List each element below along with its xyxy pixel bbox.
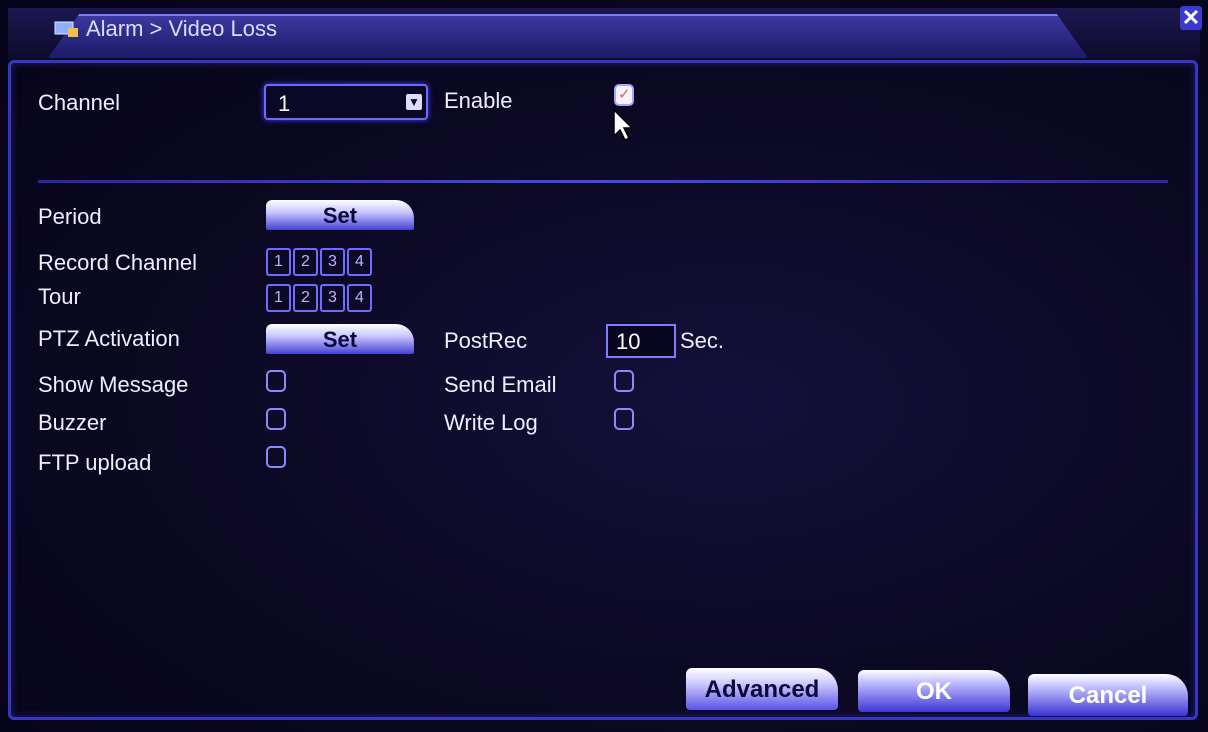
ftp-upload-checkbox[interactable] (266, 446, 286, 468)
record-channel-1[interactable]: 1 (266, 248, 291, 276)
ptz-activation-label: PTZ Activation (38, 326, 180, 351)
show-message-label: Show Message (38, 372, 189, 397)
tour-channel-1[interactable]: 1 (266, 284, 291, 312)
postrec-label: PostRec (444, 328, 528, 353)
channel-label: Channel (38, 90, 120, 115)
period-set-button[interactable]: Set (266, 200, 414, 230)
postrec-unit: Sec. (680, 328, 725, 353)
enable-label: Enable (444, 88, 513, 113)
tour-channel-4[interactable]: 4 (347, 284, 372, 312)
write-log-label: Write Log (444, 410, 538, 435)
tour-selector: 1 2 3 4 (266, 284, 372, 312)
record-channel-selector: 1 2 3 4 (266, 248, 372, 276)
channel-select[interactable]: 1 ▼ (264, 84, 428, 120)
send-email-label: Send Email (444, 372, 557, 397)
tour-channel-3[interactable]: 3 (320, 284, 345, 312)
check-icon: ✓ (618, 86, 631, 103)
advanced-button[interactable]: Advanced (686, 668, 838, 710)
channel-value: 1 (278, 91, 291, 116)
record-channel-label: Record Channel (38, 250, 197, 275)
buzzer-checkbox[interactable] (266, 408, 286, 430)
period-label: Period (38, 204, 102, 229)
enable-checkbox[interactable]: ✓ (614, 84, 634, 106)
window-title: Alarm > Video Loss (86, 16, 277, 41)
chevron-down-icon: ▼ (406, 94, 422, 110)
record-channel-2[interactable]: 2 (293, 248, 318, 276)
record-channel-3[interactable]: 3 (320, 248, 345, 276)
show-message-checkbox[interactable] (266, 370, 286, 392)
alarm-window-icon (54, 21, 78, 37)
ftp-upload-label: FTP upload (38, 450, 152, 475)
write-log-checkbox[interactable] (614, 408, 634, 430)
cancel-button[interactable]: Cancel (1028, 674, 1188, 716)
tour-channel-2[interactable]: 2 (293, 284, 318, 312)
postrec-input[interactable]: 10 (606, 324, 676, 358)
tour-label: Tour (38, 284, 81, 309)
mouse-pointer-icon (613, 108, 634, 142)
close-icon: ✕ (1181, 5, 1201, 30)
send-email-checkbox[interactable] (614, 370, 634, 392)
record-channel-4[interactable]: 4 (347, 248, 372, 276)
dvr-screen: Alarm > Video Loss ✕ Channel 1 ▼ Enable … (0, 0, 1208, 732)
close-button[interactable]: ✕ (1180, 6, 1202, 30)
ok-button[interactable]: OK (858, 670, 1010, 712)
section-divider (38, 180, 1168, 183)
buzzer-label: Buzzer (38, 410, 107, 435)
ptz-set-button[interactable]: Set (266, 324, 414, 354)
